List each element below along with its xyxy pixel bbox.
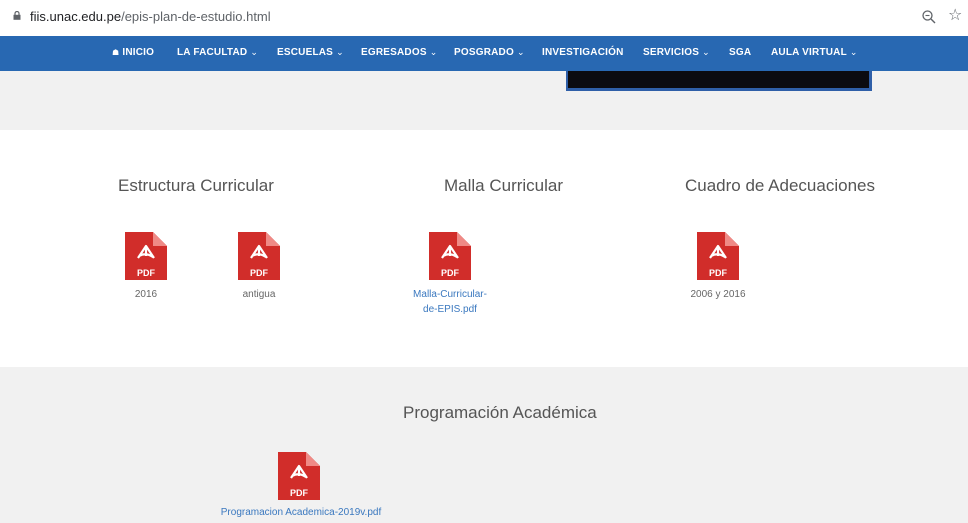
nav-item-investigacion[interactable]: INVESTIGACIÓN [542,47,624,58]
nav-item-la-facultad[interactable]: LA FACULTAD ⌄ [177,47,258,58]
browser-address-bar[interactable]: fiis.unac.edu.pe/epis-plan-de-estudio.ht… [0,0,968,34]
chevron-down-icon: ⌄ [702,47,710,57]
section-title-estructura: Estructura Curricular [118,176,274,195]
file-caption-line2: de-EPIS.pdf [423,304,477,315]
file-caption: antigua [242,289,276,300]
url-domain: fiis.unac.edu.pe [30,9,122,24]
nav-item-servicios[interactable]: SERVICIOS ⌄ [643,47,710,58]
section-title-programacion: Programación Académica [403,403,597,422]
programacion-section: Programación Académica PDF Programacion … [0,367,968,523]
section-title-malla: Malla Curricular [444,176,564,195]
home-icon: ☗ [112,48,120,57]
video-embed[interactable] [566,71,872,91]
pdf-file-icon: PDF [278,452,320,500]
nav-item-sga[interactable]: SGA [729,47,751,58]
section-title-cuadro: Cuadro de Adecuaciones [685,176,875,195]
pdf-label: PDF [250,268,269,278]
url-text[interactable]: fiis.unac.edu.pe/epis-plan-de-estudio.ht… [30,9,271,24]
pdf-file-icon: PDF [697,232,739,280]
file-caption-line1: Malla-Curricular- [413,289,487,300]
pdf-label: PDF [709,268,728,278]
nav-item-posgrado[interactable]: POSGRADO ⌄ [454,47,525,58]
nav-item-inicio[interactable]: ☗ INICIO [112,47,154,58]
file-caption: Programacion Academica-2019v.pdf [220,507,382,518]
zoom-icon[interactable] [921,9,937,25]
nav-item-aula-virtual[interactable]: AULA VIRTUAL ⌄ [771,47,858,58]
pdf-label: PDF [137,268,156,278]
pdf-file-icon: PDF [429,232,471,280]
video-frame [568,71,869,88]
chevron-down-icon: ⌄ [429,47,438,57]
pdf-file-icon: PDF [125,232,167,280]
chevron-down-icon: ⌄ [849,47,858,57]
pdf-label: PDF [290,488,309,498]
lock-icon [13,11,21,20]
star-icon[interactable]: ☆ [948,7,962,23]
chevron-down-icon: ⌄ [516,47,525,57]
chevron-down-icon: ⌄ [250,47,259,57]
nav-item-escuelas[interactable]: ESCUELAS ⌄ [277,47,344,58]
file-caption: 2006 y 2016 [690,289,746,300]
chevron-down-icon: ⌄ [336,47,344,57]
pdf-label: PDF [441,268,460,278]
pdf-file-icon: PDF [238,232,280,280]
url-path: /epis-plan-de-estudio.html [121,9,271,24]
file-caption: 2016 [134,289,158,300]
nav-item-egresados[interactable]: EGRESADOS ⌄ [361,47,437,58]
main-nav: ☗ INICIO LA FACULTAD ⌄ ESCUELAS ⌄ EGRESADOS… [0,36,968,71]
